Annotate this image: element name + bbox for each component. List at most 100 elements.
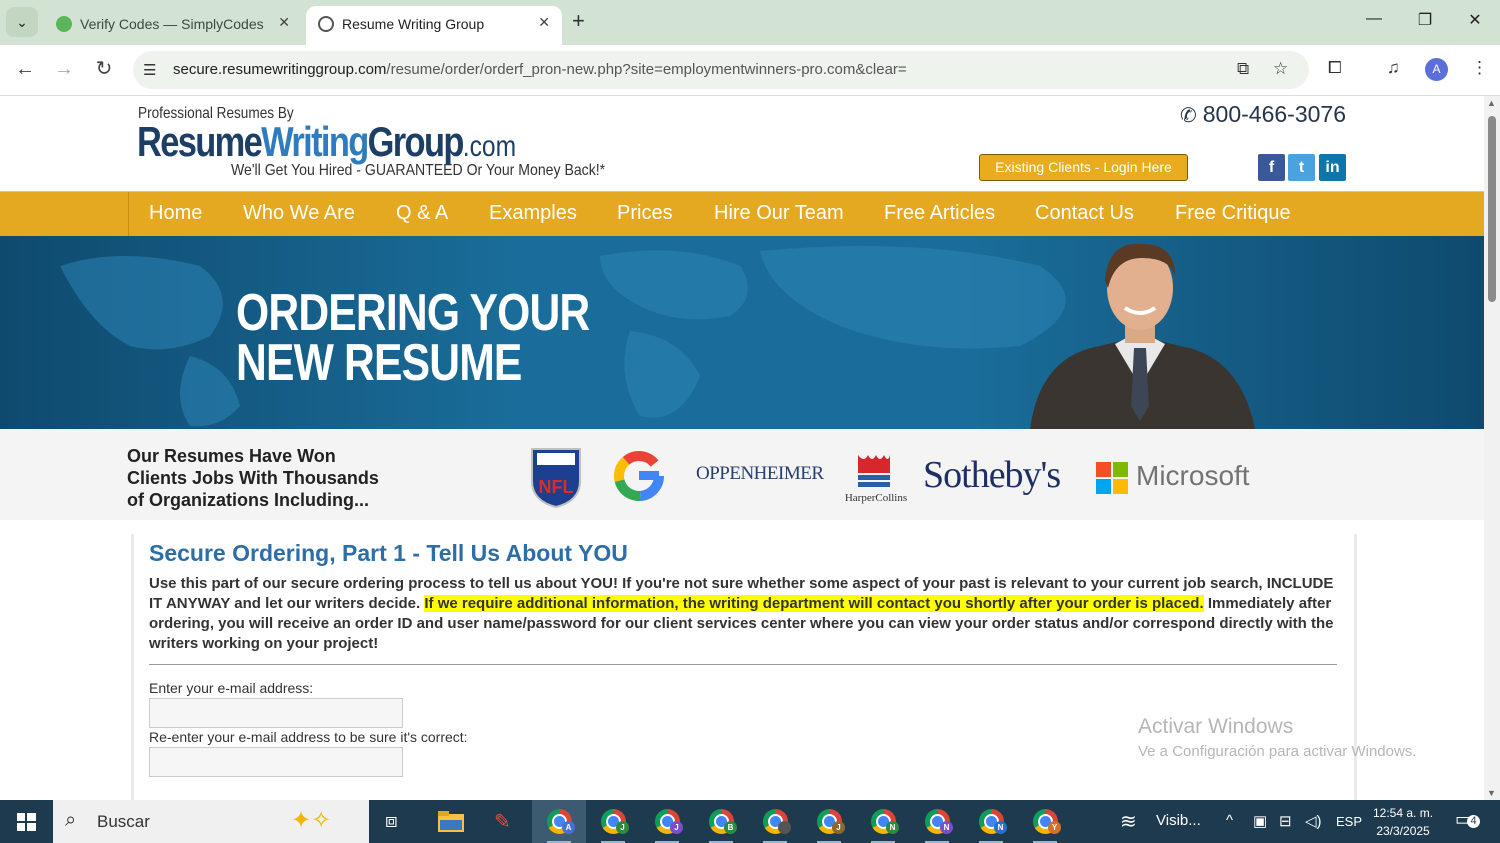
chrome-profile-n1[interactable]: N — [856, 800, 910, 843]
volume-icon[interactable]: ◁) — [1305, 812, 1322, 830]
start-button[interactable] — [0, 800, 53, 843]
email-field[interactable] — [149, 698, 403, 728]
browser-toolbar: ← → ↻ ☰ secure.resumewritinggroup.com/re… — [0, 45, 1500, 96]
task-view-icon: ⧈ — [385, 810, 398, 832]
chrome-profile-b[interactable]: B — [694, 800, 748, 843]
nav-prices[interactable]: Prices — [617, 202, 673, 225]
tab-title: Resume Writing Group — [342, 16, 485, 32]
chrome-profile-j1[interactable]: J — [586, 800, 640, 843]
scroll-down-arrow-icon[interactable]: ▼ — [1487, 788, 1496, 798]
file-explorer-button[interactable] — [423, 800, 477, 843]
network-icon[interactable]: ⊟ — [1279, 812, 1292, 830]
nav-home[interactable]: Home — [149, 202, 202, 225]
search-icon: ⌕ — [65, 809, 77, 831]
forward-button[interactable]: → — [52, 57, 76, 81]
chrome-profile-j2[interactable]: J — [640, 800, 694, 843]
bookmark-star-icon[interactable]: ☆ — [1273, 59, 1288, 79]
reenter-email-field[interactable] — [149, 747, 403, 777]
nfl-logo: NFL — [531, 448, 581, 509]
twitter-icon[interactable]: t — [1288, 154, 1315, 181]
media-controls-icon[interactable]: ♫ — [1387, 58, 1400, 78]
copilot-sparkle-icon: ✦✧ — [291, 807, 332, 834]
chrome-profile-n2[interactable]: N — [910, 800, 964, 843]
scrollbar-thumb[interactable] — [1488, 116, 1496, 302]
site-settings-icon[interactable]: ☰ — [143, 61, 156, 79]
search-placeholder: Buscar — [97, 812, 150, 831]
task-view-button[interactable]: ⧈ — [369, 800, 423, 843]
reenter-email-label: Re-enter your e-mail address to be sure … — [149, 729, 468, 745]
notification-count: 4 — [1467, 815, 1480, 828]
tab-close-icon[interactable]: ✕ — [278, 14, 290, 31]
main-nav: Home Who We Are Q & A Examples Prices Hi… — [0, 191, 1484, 236]
taskbar-search[interactable]: ⌕ Buscar ✦✧ — [53, 800, 369, 843]
highlighted-notice: If we require additional information, th… — [424, 595, 1204, 612]
linkedin-icon[interactable]: in — [1319, 154, 1346, 181]
nav-q-and-a[interactable]: Q & A — [396, 202, 448, 225]
browser-tab-bar: ⌄ Verify Codes — SimplyCodes ✕ Resume Wr… — [0, 0, 1500, 45]
web-page: Professional Resumes By ResumeWritingGro… — [0, 96, 1484, 800]
hero-banner: ORDERING YOUR NEW RESUME — [0, 236, 1484, 429]
nav-divider — [128, 192, 129, 236]
intro-paragraph: Use this part of our secure ordering pro… — [149, 575, 1334, 652]
weather-icon: ≋ — [1120, 811, 1137, 833]
language-indicator[interactable]: ESP — [1336, 814, 1362, 829]
tab-resume-writing-group[interactable]: Resume Writing Group ✕ — [306, 6, 562, 45]
minimize-button[interactable]: — — [1362, 10, 1386, 28]
pencil-app-icon: ✎ — [494, 811, 511, 833]
phone-icon: ✆ — [1180, 105, 1197, 127]
tab-title: Verify Codes — SimplyCodes — [80, 16, 264, 32]
facebook-icon[interactable]: f — [1258, 154, 1285, 181]
svg-text:NFL: NFL — [539, 477, 574, 497]
back-button[interactable]: ← — [13, 57, 37, 81]
chrome-profile-a[interactable]: A — [532, 800, 586, 843]
extensions-icon[interactable]: ⧠ — [1328, 58, 1342, 78]
page-scrollbar[interactable]: ▲ ▼ — [1484, 96, 1500, 800]
activate-windows-title: Activar Windows — [1138, 715, 1294, 738]
chrome-profile-y[interactable]: Y — [1018, 800, 1072, 843]
businessman-photo — [1030, 243, 1255, 429]
scroll-up-arrow-icon[interactable]: ▲ — [1487, 98, 1496, 108]
system-clock[interactable]: 12:54 a. m. 23/3/2025 — [1373, 804, 1433, 840]
tab-close-icon[interactable]: ✕ — [538, 14, 550, 31]
oppenheimer-logo: OPPENHEIMER — [696, 463, 824, 484]
simplycodes-favicon-icon — [56, 16, 72, 32]
microsoft-squares-icon — [1096, 462, 1128, 494]
nav-examples[interactable]: Examples — [489, 202, 577, 225]
meet-icon[interactable]: ▣ — [1253, 812, 1267, 830]
profile-avatar[interactable]: A — [1425, 58, 1448, 81]
tab-search-button[interactable]: ⌄ — [6, 7, 38, 37]
close-window-button[interactable]: ✕ — [1463, 10, 1487, 30]
nav-hire-our-team[interactable]: Hire Our Team — [714, 202, 844, 225]
harpercollins-logo: HarperCollins — [845, 455, 907, 504]
logo-tagline: We'll Get You Hired - GUARANTEED Or Your… — [231, 162, 606, 179]
nav-contact-us[interactable]: Contact Us — [1035, 202, 1134, 225]
existing-clients-login-button[interactable]: Existing Clients - Login Here — [979, 154, 1188, 181]
app-button-pencil[interactable]: ✎ — [477, 800, 531, 843]
windows-logo-icon — [17, 813, 36, 831]
reload-button[interactable]: ↻ — [92, 57, 116, 81]
section-divider — [149, 664, 1337, 665]
email-label: Enter your e-mail address: — [149, 680, 314, 696]
globe-icon — [318, 16, 334, 32]
show-hidden-icons-icon[interactable]: ^ — [1226, 812, 1233, 829]
client-logos-strip: Our Resumes Have Won Clients Jobs With T… — [0, 429, 1484, 520]
clients-heading: Our Resumes Have Won Clients Jobs With T… — [127, 446, 379, 510]
address-bar[interactable]: ☰ secure.resumewritinggroup.com/resume/o… — [133, 51, 1309, 89]
sothebys-logo: Sotheby's — [923, 454, 1061, 496]
activate-windows-subtitle: Ve a Configuración para activar Windows. — [1138, 743, 1417, 760]
new-tab-button[interactable]: + — [572, 10, 585, 32]
windows-taskbar: ⌕ Buscar ✦✧ ⧈ ✎ A J J B J N N N Y ≋ Visi… — [0, 800, 1500, 843]
nav-who-we-are[interactable]: Who We Are — [243, 202, 355, 225]
tab-verify-codes[interactable]: Verify Codes — SimplyCodes ✕ — [44, 6, 302, 45]
chrome-profile-j3[interactable]: J — [802, 800, 856, 843]
translate-icon[interactable]: ⧉ — [1237, 59, 1249, 79]
restore-button[interactable]: ❐ — [1413, 10, 1437, 30]
chrome-profile-n3[interactable]: N — [964, 800, 1018, 843]
nav-free-articles[interactable]: Free Articles — [884, 202, 995, 225]
url-text[interactable]: secure.resumewritinggroup.com/resume/ord… — [173, 61, 907, 78]
browser-menu-icon[interactable]: ⋮ — [1471, 58, 1488, 78]
nav-free-critique[interactable]: Free Critique — [1175, 202, 1291, 225]
notifications-button[interactable]: ▭ 4 — [1455, 809, 1480, 830]
weather-text[interactable]: Visib... — [1156, 812, 1201, 829]
chrome-profile-guest[interactable] — [748, 800, 802, 843]
